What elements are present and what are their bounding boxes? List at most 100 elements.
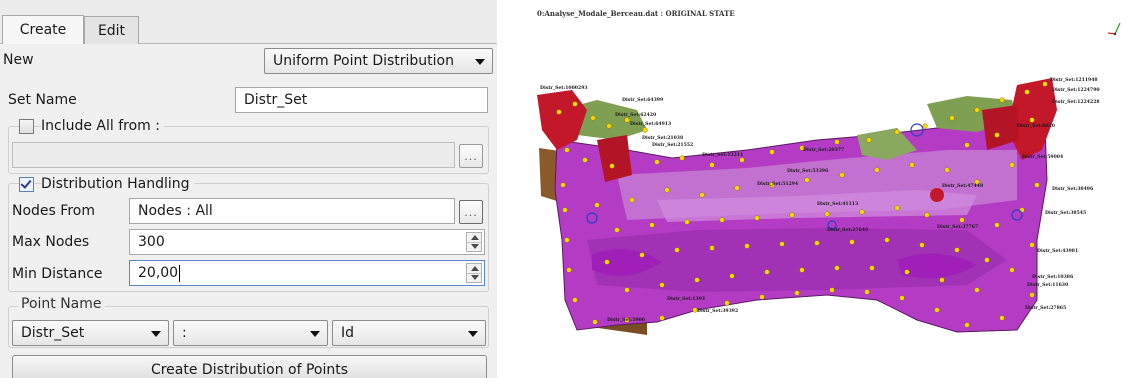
- node-label: Distr_Set:1224790: [1052, 87, 1100, 93]
- node-point: [642, 127, 648, 133]
- node-label: Distr_Set:1224228: [1052, 99, 1100, 105]
- node-label: Distr_Set:47448: [942, 183, 983, 189]
- point-name-suffix-value: Id: [341, 325, 355, 341]
- node-point: [804, 177, 810, 183]
- node-label: Distr_Set:1000293: [540, 85, 588, 91]
- node-point: [709, 245, 715, 251]
- node-point: [684, 219, 690, 225]
- tab-edit[interactable]: Edit: [84, 16, 139, 44]
- node-point: [754, 215, 760, 221]
- nodes-from-input[interactable]: Nodes : All: [129, 198, 455, 224]
- triad-origin: [1113, 32, 1117, 36]
- node-point: [999, 97, 1005, 103]
- point-name-separator-select[interactable]: :: [173, 320, 328, 346]
- point-name-prefix-value: Distr_Set: [21, 325, 85, 341]
- node-point: [674, 247, 680, 253]
- node-point: [734, 185, 740, 191]
- node-point: [699, 192, 705, 198]
- node-point: [849, 239, 855, 245]
- node-point: [954, 247, 960, 253]
- min-distance-spinbox[interactable]: 20,00: [129, 260, 485, 286]
- include-source-input: [12, 142, 455, 168]
- set-name-label: Set Name: [8, 92, 77, 108]
- node-label: Distr_Set:53396: [787, 168, 828, 174]
- node-label: Distr_Set:37767: [937, 224, 978, 230]
- node-point: [1009, 267, 1015, 273]
- max-nodes-spin-buttons[interactable]: [466, 232, 482, 252]
- point-name-prefix-select[interactable]: Distr_Set: [12, 320, 169, 346]
- node-label: Distr_Set:10386: [1032, 274, 1073, 280]
- node-point: [769, 149, 775, 155]
- node-point: [829, 287, 835, 293]
- nodes-from-browse-button[interactable]: ...: [459, 200, 483, 224]
- 3d-viewport[interactable]: 0:Analyse_Modale_Berceau.dat : ORIGINAL …: [497, 0, 1134, 378]
- spin-down-icon: [471, 244, 479, 249]
- node-point: [564, 147, 570, 153]
- node-point: [1034, 182, 1040, 188]
- node-point: [984, 257, 990, 263]
- node-point: [874, 167, 880, 173]
- node-point: [609, 163, 615, 169]
- node-point: [606, 123, 612, 129]
- spin-down-icon: [471, 275, 479, 280]
- node-label: Distr_Set:64399: [622, 97, 663, 103]
- node-point: [556, 109, 562, 115]
- include-browse-button[interactable]: ...: [459, 144, 483, 168]
- node-point: [859, 209, 865, 215]
- tab-create[interactable]: Create: [2, 15, 84, 44]
- node-point: [994, 132, 1000, 138]
- node-point: [964, 322, 970, 328]
- node-point: [922, 123, 928, 129]
- node-point: [724, 300, 730, 306]
- node-point: [944, 167, 950, 173]
- node-point: [614, 227, 620, 233]
- node-point: [919, 242, 925, 248]
- node-point: [959, 217, 965, 223]
- new-type-select[interactable]: Uniform Point Distribution: [264, 48, 493, 74]
- node-point: [824, 211, 830, 217]
- chevron-down-icon: [468, 331, 478, 337]
- node-point: [590, 115, 596, 121]
- distribution-label: Distribution Handling: [41, 176, 194, 192]
- node-point: [894, 205, 900, 211]
- point-name-suffix-select[interactable]: Id: [332, 320, 486, 346]
- node-point: [939, 277, 945, 283]
- max-nodes-value: 300: [138, 234, 165, 250]
- node-point: [694, 277, 700, 283]
- set-name-input[interactable]: Distr_Set: [235, 87, 488, 113]
- distribution-checkbox[interactable]: [19, 177, 34, 192]
- node-point: [964, 142, 970, 148]
- node-point: [759, 294, 765, 300]
- node-point: [974, 287, 980, 293]
- node-point: [560, 182, 566, 188]
- node-point: [649, 222, 655, 228]
- node-label: Distr_Set:59004: [1022, 154, 1064, 160]
- node-point: [934, 307, 940, 313]
- node-point: [594, 202, 600, 208]
- node-point: [924, 212, 930, 218]
- node-point: [566, 267, 572, 273]
- node-point: [869, 265, 875, 271]
- chevron-down-icon: [475, 59, 485, 65]
- node-point: [709, 162, 715, 168]
- spin-up-icon: [471, 235, 479, 240]
- include-checkbox[interactable]: [19, 119, 34, 134]
- node-point: [999, 315, 1005, 321]
- node-point: [629, 197, 635, 203]
- node-point: [624, 287, 630, 293]
- max-nodes-spinbox[interactable]: 300: [129, 229, 485, 255]
- node-point: [639, 252, 645, 258]
- tab-bar: Create Edit: [0, 0, 497, 44]
- node-point: [572, 101, 578, 107]
- create-distribution-button[interactable]: Create Distribution of Points: [12, 355, 487, 378]
- include-label: Include All from :: [41, 118, 164, 134]
- node-point: [659, 315, 665, 321]
- red-left-tower: [537, 90, 587, 150]
- node-point: [834, 265, 840, 271]
- nodes-from-label: Nodes From: [12, 203, 95, 219]
- node-point: [864, 289, 870, 295]
- node-point: [839, 172, 845, 178]
- node-point: [1029, 242, 1035, 248]
- min-distance-spin-buttons[interactable]: [466, 263, 482, 283]
- node-point: [1029, 117, 1035, 123]
